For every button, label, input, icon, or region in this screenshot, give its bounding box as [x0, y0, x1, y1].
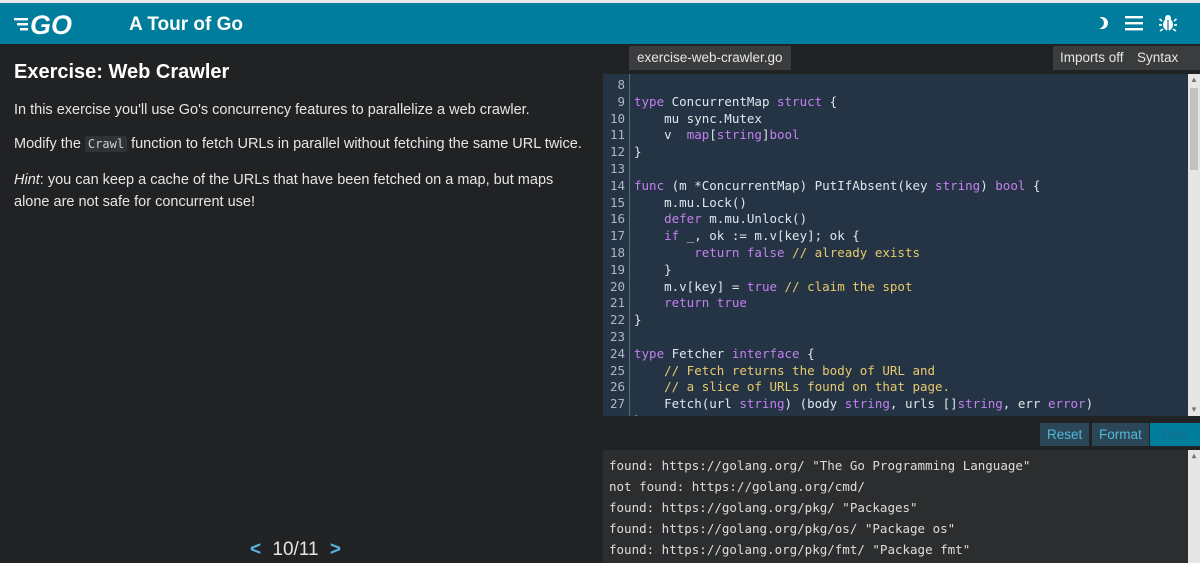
hint-text: : you can keep a cache of the URLs that …	[14, 172, 554, 210]
code-line: 24 type Fetcher interface {	[603, 346, 1188, 363]
code-editor[interactable]: 8 9 type ConcurrentMap struct { 10 mu syn…	[603, 74, 1200, 416]
code-line: 13	[603, 161, 1188, 178]
line-number: 23	[609, 328, 625, 344]
format-button[interactable]: Format	[1092, 423, 1149, 446]
code-line: 26 // a slice of URLs found on that page…	[603, 379, 1188, 396]
code-line: 17 if _, ok := m.v[key]; ok {	[603, 228, 1188, 245]
prev-page-button[interactable]: <	[250, 539, 261, 560]
line-number: 20	[609, 278, 625, 294]
action-bar: Reset Format Run	[603, 416, 1200, 449]
code-line: 15 m.mu.Lock()	[603, 195, 1188, 212]
reset-button[interactable]: Reset	[1040, 423, 1090, 446]
line-number: 12	[609, 144, 625, 160]
output-line: found: https://golang.org/pkg/fmt/ "Pack…	[609, 542, 971, 557]
code-line: 21 return true	[603, 295, 1188, 312]
line-number: 19	[609, 261, 625, 277]
editor-scrollbar[interactable]: ▲ ▼	[1188, 74, 1200, 416]
output-panel: found: https://golang.org/ "The Go Progr…	[603, 450, 1200, 563]
line-number: 24	[609, 345, 625, 361]
line-number: 8	[617, 77, 625, 92]
code-line: 22}	[603, 312, 1188, 329]
code-lines: 8 9 type ConcurrentMap struct { 10 mu syn…	[603, 77, 1188, 416]
lesson-paragraph: In this exercise you'll use Go's concurr…	[14, 102, 530, 118]
go-logo[interactable]: GO	[14, 10, 96, 38]
line-number: 18	[609, 244, 625, 260]
site-header: GO A Tour of Go	[0, 3, 1200, 44]
line-number: 10	[609, 110, 625, 126]
file-tab[interactable]: exercise-web-crawler.go	[629, 46, 791, 70]
logo-text: GO	[30, 10, 72, 38]
code-line: 10 mu sync.Mutex	[603, 111, 1188, 128]
output-line: found: https://golang.org/pkg/ "Packages…	[609, 500, 918, 515]
code-line: 19 }	[603, 262, 1188, 279]
line-number: 27	[609, 396, 625, 412]
line-number: 9	[617, 93, 625, 109]
scroll-up-icon[interactable]: ▲	[1190, 76, 1198, 84]
code-line: 14 func (m *ConcurrentMap) PutIfAbsent(ke…	[603, 178, 1188, 195]
line-number: 16	[609, 211, 625, 227]
hint-paragraph: Hint: you can keep a cache of the URLs t…	[14, 169, 584, 213]
code-line: 27 Fetch(url string) (body string, urls …	[603, 396, 1188, 413]
moon-icon[interactable]	[1092, 13, 1112, 33]
line-number: 11	[609, 127, 625, 143]
line-number: 17	[609, 228, 625, 244]
line-number: 21	[609, 295, 625, 311]
lesson-text: function to fetch URLs in parallel witho…	[127, 136, 582, 152]
run-button[interactable]: Run	[1150, 423, 1200, 446]
line-number: 15	[609, 194, 625, 210]
output-line: found: https://golang.org/ "The Go Progr…	[609, 458, 1031, 473]
lesson-pane: Exercise: Web Crawler In this exercise y…	[0, 44, 603, 563]
scrollbar-thumb[interactable]	[1190, 88, 1198, 170]
line-number: 25	[609, 362, 625, 378]
site-title[interactable]: A Tour of Go	[129, 14, 243, 36]
code-line: 16 defer m.mu.Unlock()	[603, 211, 1188, 228]
scroll-up-icon[interactable]: ▲	[1190, 452, 1198, 460]
lesson-paragraph: Modify the Crawl function to fetch URLs …	[14, 133, 584, 155]
lesson-text: Modify the	[14, 136, 85, 152]
editor-pane: exercise-web-crawler.go Imports off Synt…	[603, 44, 1200, 563]
scroll-down-icon[interactable]: ▼	[1190, 406, 1198, 414]
line-number: 22	[609, 312, 625, 328]
pager: < 10/11 >	[250, 539, 341, 561]
next-page-button[interactable]: >	[330, 539, 341, 560]
inline-code: Crawl	[84, 136, 128, 152]
code-line: 20 m.v[key] = true // claim the spot	[603, 279, 1188, 296]
output-line: found: https://golang.org/pkg/os/ "Packa…	[609, 521, 956, 536]
line-number: 13	[609, 160, 625, 176]
code-line: 9 type ConcurrentMap struct {	[603, 94, 1188, 111]
code-line: 23	[603, 329, 1188, 346]
line-number: 26	[609, 379, 625, 395]
bug-icon[interactable]	[1158, 13, 1178, 33]
page-indicator[interactable]: 10/11	[272, 539, 318, 560]
hamburger-icon[interactable]	[1124, 13, 1144, 33]
code-line: 8	[603, 77, 1188, 94]
syntax-toggle-button[interactable]: Syntax on	[1130, 46, 1200, 89]
code-line: 11 v map[string]bool	[603, 127, 1188, 144]
imports-toggle-button[interactable]: Imports off	[1053, 46, 1131, 70]
code-line: 18 return false // already exists	[603, 245, 1188, 262]
go-logo-icon: GO	[14, 10, 72, 38]
line-number: 14	[609, 177, 625, 193]
output-scrollbar[interactable]: ▲	[1188, 450, 1200, 563]
code-line: 12}	[603, 144, 1188, 161]
hint-label: Hint	[14, 172, 40, 188]
output-line: not found: https://golang.org/cmd/	[609, 479, 865, 494]
lesson-title: Exercise: Web Crawler	[14, 61, 230, 83]
code-line: 25 // Fetch returns the body of URL and	[603, 363, 1188, 380]
